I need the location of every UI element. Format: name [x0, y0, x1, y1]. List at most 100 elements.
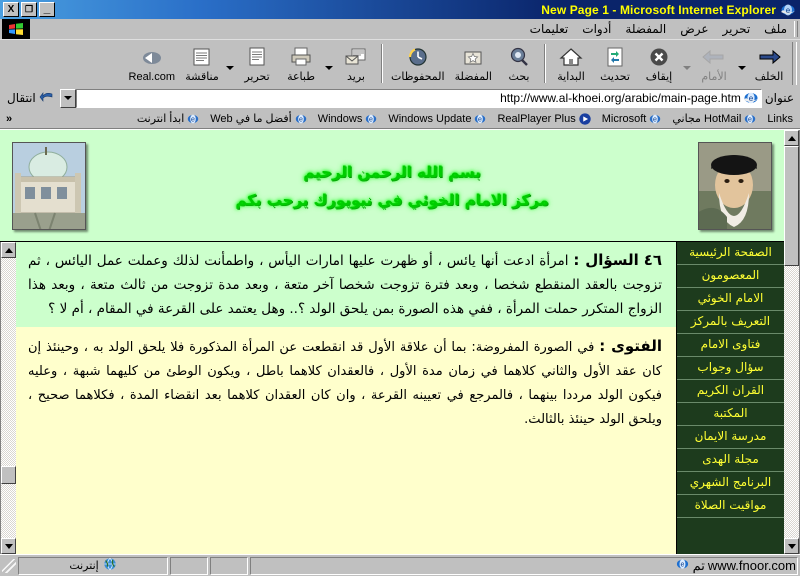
- mail-dropdown-arrow-icon[interactable]: [323, 62, 334, 73]
- toolbar-edit-button[interactable]: تحرير: [235, 40, 279, 87]
- toolbar-print-button[interactable]: طباعة: [279, 40, 323, 87]
- menu-items: ملف تحرير عرض المفضلة أدوات تعليمات: [523, 20, 794, 38]
- globe-icon: [103, 557, 117, 574]
- toolbar-realcom-button[interactable]: Real.com: [124, 40, 180, 87]
- sidebar-item-prayer-times[interactable]: مواقيت الصلاة: [677, 495, 784, 518]
- sidebar-item-iman-school[interactable]: مدرسة الايمان: [677, 426, 784, 449]
- back-dropdown-arrow-icon[interactable]: [736, 62, 747, 73]
- svg-text:e: e: [191, 116, 195, 123]
- sidebar-item-fatwas[interactable]: فتاوى الامام: [677, 334, 784, 357]
- toolbar-discuss-button[interactable]: مناقشة: [180, 40, 224, 87]
- link-item-best-of-web[interactable]: e أفضل ما في Web: [205, 111, 312, 127]
- toolbar-grip[interactable]: [792, 42, 797, 85]
- favorites-star-icon: [462, 45, 484, 69]
- address-input[interactable]: e http://www.al-khoei.org/arabic/main-pa…: [75, 88, 762, 108]
- content-frame-scrollbar[interactable]: [0, 242, 16, 554]
- ie-page-icon: e: [743, 112, 757, 126]
- toolbar-forward-button[interactable]: الأمام: [692, 40, 736, 87]
- page-content: بسم الله الرحمن الرحيم مركز الامام الخوئ…: [0, 130, 784, 554]
- resize-grip[interactable]: [2, 558, 16, 573]
- page-scroll-down-button[interactable]: [784, 538, 799, 554]
- link-item-links[interactable]: Links: [762, 112, 798, 126]
- menu-item-help[interactable]: تعليمات: [523, 20, 576, 38]
- forward-dropdown-arrow-icon[interactable]: [681, 62, 692, 73]
- banner-line-2: مركز الامام الخوئي في نيويورك يرحب بكم: [235, 190, 549, 209]
- scroll-up-button[interactable]: [1, 242, 16, 258]
- toolbar-home-button[interactable]: البداية: [549, 40, 593, 87]
- toolbar-back-button[interactable]: الخلف: [747, 40, 791, 87]
- link-item-start-internet[interactable]: e ابدأ انترنت: [132, 111, 205, 127]
- main-content-frame: ٤٦ السؤال : امرأة ادعت أنها يائس ، أو ظه…: [0, 242, 676, 554]
- menu-item-tools[interactable]: أدوات: [575, 20, 618, 38]
- toolbar-refresh-label: تحديث: [600, 71, 630, 83]
- go-button[interactable]: انتقال: [2, 90, 59, 107]
- toolbar-mail-label: بريد: [347, 71, 365, 83]
- title-bar: e New Page 1 - Microsoft Internet Explor…: [0, 0, 800, 19]
- menu-item-edit[interactable]: تحرير: [716, 20, 758, 38]
- home-icon: [559, 45, 583, 69]
- sidebar-item-infallibles[interactable]: المعصومون: [677, 265, 784, 288]
- link-label: أفضل ما في Web: [210, 113, 292, 125]
- edit-page-icon: [246, 45, 268, 69]
- toolbar-favorites-button[interactable]: المفضلة: [450, 40, 497, 87]
- links-bar: Links e HotMail مجاني e Microsoft RealPl…: [0, 109, 800, 129]
- sidebar-item-imam-alkhoei[interactable]: الامام الخوئي: [677, 288, 784, 311]
- edit-dropdown-arrow-icon[interactable]: [224, 62, 235, 73]
- answer-block: الفتوى : في الصورة المفروضة: بما أن علاق…: [16, 327, 676, 554]
- link-item-windows[interactable]: e Windows: [313, 111, 384, 127]
- link-item-hotmail[interactable]: e HotMail مجاني: [667, 111, 762, 127]
- scroll-down-button[interactable]: [1, 538, 16, 554]
- main-content-scroll-area: ٤٦ السؤال : امرأة ادعت أنها يائس ، أو ظه…: [16, 242, 676, 554]
- sidebar-item-about-center[interactable]: التعريف بالمركز: [677, 311, 784, 334]
- question-number: ٤٦: [643, 251, 663, 269]
- close-button[interactable]: X: [3, 2, 19, 17]
- internet-explorer-icon: e: [780, 2, 796, 17]
- svg-text:e: e: [748, 116, 752, 123]
- question-label: السؤال :: [573, 251, 639, 269]
- stop-icon: [648, 45, 670, 69]
- address-dropdown-button[interactable]: [59, 88, 76, 108]
- address-bar: عنوان e http://www.al-khoei.org/arabic/m…: [0, 87, 800, 109]
- question-text: امرأة ادعت أنها يائس ، أو ظهرت عليها اما…: [28, 253, 662, 317]
- sidebar-item-alhuda-magazine[interactable]: مجلة الهدى: [677, 449, 784, 472]
- toolbar-mail-button[interactable]: بريد: [334, 40, 378, 87]
- status-security-zone[interactable]: إنترنت: [18, 556, 168, 575]
- menu-item-file[interactable]: ملف: [757, 20, 794, 38]
- sidebar-item-quran[interactable]: القران الكريم: [677, 380, 784, 403]
- toolbar-stop-button[interactable]: إيقاف: [637, 40, 681, 87]
- page-scrollbar[interactable]: [784, 130, 800, 554]
- search-icon: [508, 45, 530, 69]
- realcom-icon: [139, 46, 165, 70]
- question-block: ٤٦ السؤال : امرأة ادعت أنها يائس ، أو ظه…: [16, 242, 676, 327]
- svg-text:e: e: [299, 116, 303, 123]
- link-item-realplayer[interactable]: RealPlayer Plus: [492, 111, 596, 127]
- page-scroll-thumb[interactable]: [784, 146, 799, 266]
- sidebar-item-qa[interactable]: سؤال وجواب: [677, 357, 784, 380]
- sidebar-item-monthly-program[interactable]: البرنامج الشهري: [677, 472, 784, 495]
- forward-arrow-icon: [701, 45, 727, 69]
- scroll-thumb[interactable]: [1, 466, 16, 484]
- links-overflow-chevron-icon[interactable]: «: [2, 113, 16, 125]
- toolbar-search-button[interactable]: بحث: [497, 40, 541, 87]
- toolbar-history-button[interactable]: المحفوظات: [386, 40, 450, 87]
- link-item-windows-update[interactable]: e Windows Update: [383, 111, 492, 127]
- scroll-track[interactable]: [1, 258, 16, 538]
- restore-button[interactable]: ❐: [21, 2, 37, 17]
- menu-grip[interactable]: [794, 21, 798, 37]
- browser-window: e New Page 1 - Microsoft Internet Explor…: [0, 0, 800, 576]
- menu-item-view[interactable]: عرض: [673, 20, 715, 38]
- sidebar-item-library[interactable]: المكتبة: [677, 403, 784, 426]
- toolbar-refresh-button[interactable]: تحديث: [593, 40, 637, 87]
- menu-item-favorites[interactable]: المفضلة: [618, 20, 673, 38]
- cleric-portrait-photo: [698, 141, 772, 230]
- sidebar-item-home[interactable]: الصفحة الرئيسية: [677, 242, 784, 265]
- toolbar-back-label: الخلف: [754, 71, 784, 83]
- page-scroll-track[interactable]: [784, 146, 799, 538]
- realplayer-icon: [578, 112, 592, 126]
- minimize-button[interactable]: _: [39, 2, 55, 17]
- page-scroll-up-button[interactable]: [784, 130, 799, 146]
- link-item-microsoft[interactable]: e Microsoft: [597, 111, 668, 127]
- refresh-icon: [605, 45, 625, 69]
- go-arrow-icon: [39, 90, 54, 107]
- page-viewport: بسم الله الرحمن الرحيم مركز الامام الخوئ…: [0, 129, 800, 554]
